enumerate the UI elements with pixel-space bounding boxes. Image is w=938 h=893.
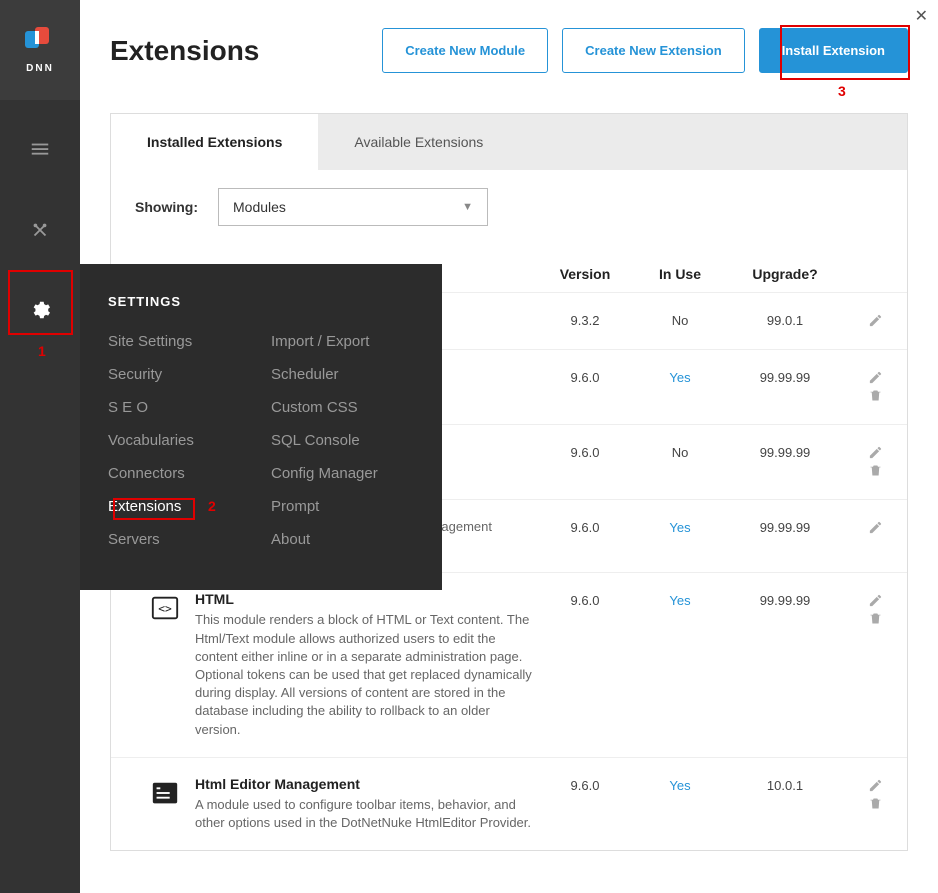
col-upgrade: Upgrade? <box>725 266 845 282</box>
install-extension-button[interactable]: Install Extension <box>759 28 908 73</box>
flyout-item-extensions[interactable]: Extensions <box>108 498 251 515</box>
row-actions <box>845 518 883 538</box>
tab-available-extensions[interactable]: Available Extensions <box>318 114 519 170</box>
row-version: 9.6.0 <box>535 518 635 535</box>
settings-flyout: SETTINGS Site Settings Security S E O Vocab… <box>80 264 442 590</box>
edit-icon[interactable] <box>862 373 883 388</box>
create-extension-button[interactable]: Create New Extension <box>562 28 745 73</box>
flyout-item-vocabularies[interactable]: Vocabularies <box>108 432 251 449</box>
row-title: Html Editor Management <box>195 776 535 792</box>
row-upgrade: 99.99.99 <box>725 591 845 608</box>
row-inuse[interactable]: Yes <box>635 518 725 535</box>
delete-icon[interactable] <box>862 799 883 814</box>
showing-label: Showing: <box>135 199 198 215</box>
logo-icon <box>25 27 55 57</box>
sidebar-tools-icon[interactable] <box>0 190 80 270</box>
tab-installed-extensions[interactable]: Installed Extensions <box>111 114 318 170</box>
flyout-item-sql-console[interactable]: SQL Console <box>271 432 414 449</box>
annotation-label-2: 2 <box>208 498 216 514</box>
name-cell: HTML This module renders a block of HTML… <box>195 591 535 738</box>
row-upgrade: 99.99.99 <box>725 518 845 535</box>
row-inuse: No <box>635 443 725 460</box>
row-inuse: No <box>635 311 725 328</box>
row-upgrade: 99.99.99 <box>725 443 845 460</box>
row-upgrade: 10.0.1 <box>725 776 845 793</box>
flyout-item-security[interactable]: Security <box>108 366 251 383</box>
header-buttons: Create New Module Create New Extension I… <box>382 28 908 73</box>
row-version: 9.6.0 <box>535 591 635 608</box>
row-title: HTML <box>195 591 535 607</box>
delete-icon[interactable] <box>862 466 883 481</box>
flyout-item-custom-css[interactable]: Custom CSS <box>271 399 414 416</box>
flyout-col-1: Site Settings Security S E O Vocabularies Co… <box>108 333 251 548</box>
row-actions <box>845 368 883 406</box>
create-module-button[interactable]: Create New Module <box>382 28 548 73</box>
row-actions <box>845 311 883 331</box>
logo-text: DNN <box>26 63 54 74</box>
row-actions <box>845 776 883 814</box>
flyout-item-about[interactable]: About <box>271 531 414 548</box>
flyout-item-servers[interactable]: Servers <box>108 531 251 548</box>
row-inuse[interactable]: Yes <box>635 591 725 608</box>
delete-icon[interactable] <box>862 614 883 629</box>
col-version: Version <box>535 266 635 282</box>
logo[interactable]: DNN <box>0 0 80 100</box>
flyout-title: SETTINGS <box>108 294 414 309</box>
module-icon <box>135 776 195 808</box>
delete-icon[interactable] <box>862 391 883 406</box>
flyout-item-config-manager[interactable]: Config Manager <box>271 465 414 482</box>
flyout-item-scheduler[interactable]: Scheduler <box>271 366 414 383</box>
col-inuse: In Use <box>635 266 725 282</box>
table-row: <> HTML This module renders a block of H… <box>111 572 907 756</box>
svg-text:<>: <> <box>158 603 172 616</box>
row-actions <box>845 443 883 481</box>
flyout-item-s-e-o[interactable]: S E O <box>108 399 251 416</box>
module-icon: <> <box>135 591 195 623</box>
row-inuse[interactable]: Yes <box>635 368 725 385</box>
sidebar: DNN <box>0 0 80 893</box>
showing-select[interactable]: Modules ▼ <box>218 188 488 226</box>
annotation-label-3: 3 <box>838 83 846 99</box>
row-upgrade: 99.0.1 <box>725 311 845 328</box>
chevron-down-icon: ▼ <box>462 201 473 213</box>
page-title: Extensions <box>110 35 259 67</box>
row-version: 9.6.0 <box>535 776 635 793</box>
edit-icon[interactable] <box>862 448 883 463</box>
annotation-label-1: 1 <box>38 343 46 359</box>
flyout-item-prompt[interactable]: Prompt <box>271 498 414 515</box>
name-cell: Html Editor Management A module used to … <box>195 776 535 832</box>
row-version: 9.6.0 <box>535 368 635 385</box>
flyout-item-site-settings[interactable]: Site Settings <box>108 333 251 350</box>
flyout-item-connectors[interactable]: Connectors <box>108 465 251 482</box>
tabs: Installed Extensions Available Extension… <box>111 114 907 170</box>
row-desc: A module used to configure toolbar items… <box>195 796 535 832</box>
row-inuse[interactable]: Yes <box>635 776 725 793</box>
table-row: Html Editor Management A module used to … <box>111 757 907 850</box>
col-actions <box>845 266 883 282</box>
row-actions <box>845 591 883 629</box>
flyout-item-import-export[interactable]: Import / Export <box>271 333 414 350</box>
row-upgrade: 99.99.99 <box>725 368 845 385</box>
edit-icon[interactable] <box>862 523 883 538</box>
edit-icon[interactable] <box>862 316 883 331</box>
close-icon[interactable]: ✕ <box>915 6 928 26</box>
row-version: 9.6.0 <box>535 443 635 460</box>
sidebar-content-icon[interactable] <box>0 110 80 190</box>
filter-row: Showing: Modules ▼ <box>111 170 907 236</box>
flyout-col-2: Import / Export Scheduler Custom CSS SQL Co… <box>271 333 414 548</box>
header: Extensions Create New Module Create New … <box>80 0 938 93</box>
sidebar-settings-icon[interactable] <box>0 270 80 350</box>
row-desc: This module renders a block of HTML or T… <box>195 611 535 738</box>
row-version: 9.3.2 <box>535 311 635 328</box>
edit-icon[interactable] <box>862 781 883 796</box>
showing-value: Modules <box>233 199 286 215</box>
edit-icon[interactable] <box>862 596 883 611</box>
